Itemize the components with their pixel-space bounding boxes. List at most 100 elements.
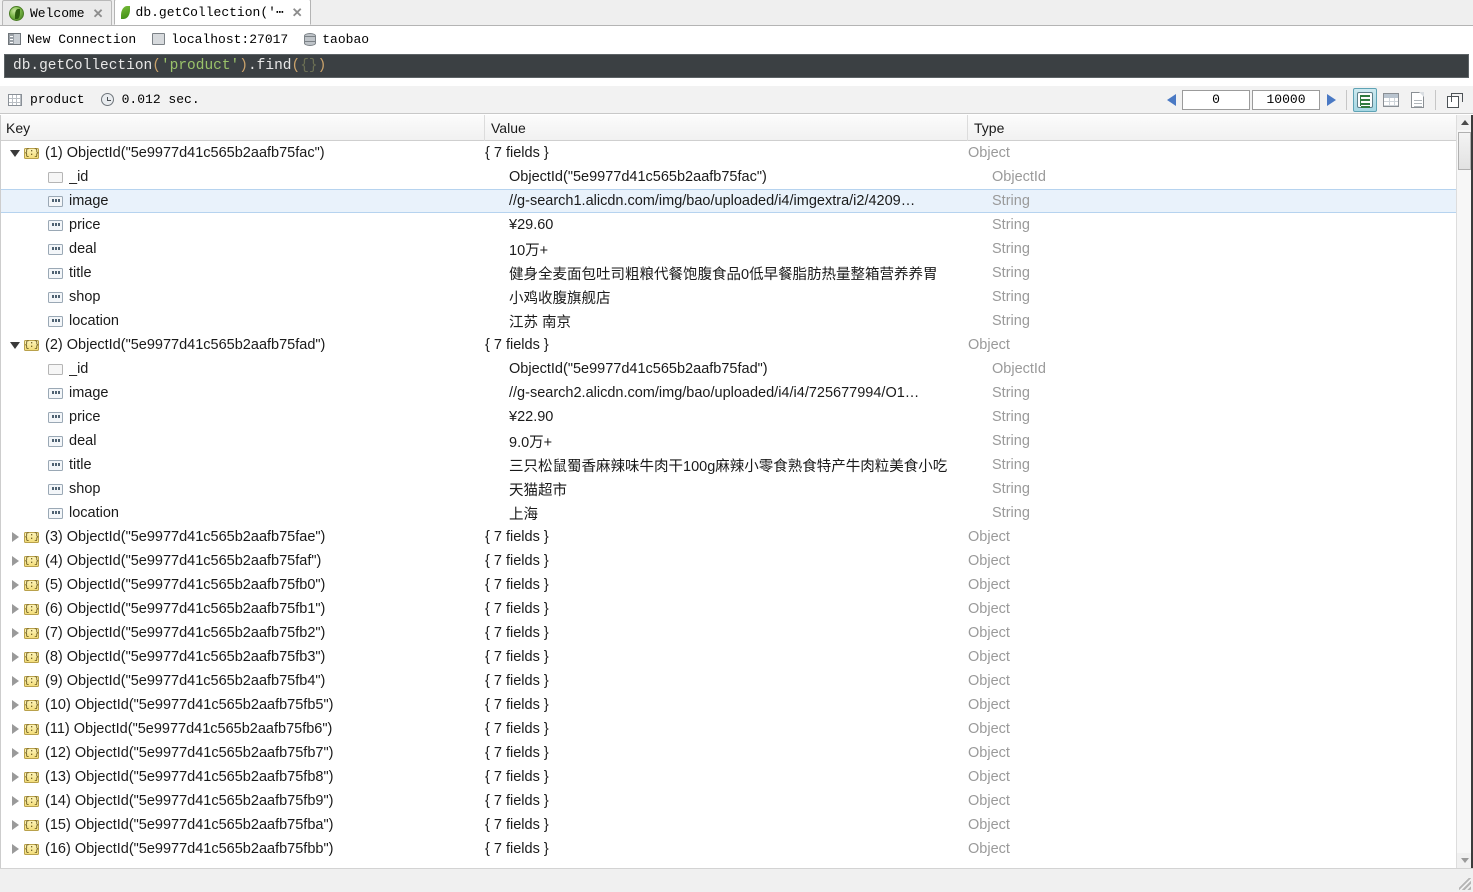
tab-query[interactable]: db.getCollection('⋯ ✕ — [113, 0, 311, 25]
next-page-button[interactable] — [1321, 88, 1341, 112]
expand-arrow-closed-icon[interactable] — [6, 700, 24, 710]
scroll-down-button[interactable] — [1457, 853, 1472, 868]
expand-arrow-closed-icon[interactable] — [6, 844, 24, 854]
expand-arrow-closed-icon[interactable] — [6, 604, 24, 614]
tree-row[interactable]: shop 天猫超市 String — [0, 477, 1456, 501]
tree-row[interactable]: title 健身全麦面包吐司粗粮代餐饱腹食品0低早餐脂肪热量整箱营养养胃 Strin… — [0, 261, 1456, 285]
query-editor[interactable]: db.getCollection('product') .find({}) — [4, 54, 1469, 78]
expand-arrow-open-icon[interactable] — [6, 149, 24, 157]
triangle-right-icon — [11, 604, 19, 614]
breadcrumb-database[interactable]: taobao — [304, 32, 369, 47]
tree-row-value-cell: 天猫超市 — [509, 482, 567, 499]
tree-row[interactable]: {:} (16) ObjectId("5e9977d41c565b2aafb75f… — [0, 837, 1456, 861]
tree-row[interactable]: {:} (5) ObjectId("5e9977d41c565b2aafb75fb… — [0, 573, 1456, 597]
tab-query-close-icon[interactable]: ✕ — [292, 6, 303, 19]
tree-row[interactable]: {:} (6) ObjectId("5e9977d41c565b2aafb75fb… — [0, 597, 1456, 621]
tree-row[interactable]: {:} (2) ObjectId("5e9977d41c565b2aafb75fa… — [0, 333, 1456, 357]
tree-row[interactable]: {:} (9) ObjectId("5e9977d41c565b2aafb75fb… — [0, 669, 1456, 693]
text-view-button[interactable] — [1405, 88, 1429, 112]
expand-arrow-closed-icon[interactable] — [6, 796, 24, 806]
tree-row[interactable]: {:} (15) ObjectId("5e9977d41c565b2aafb75f… — [0, 813, 1456, 837]
tree-row-value-cell: ObjectId("5e9977d41c565b2aafb75fac") — [509, 169, 767, 185]
object-type-icon: {:} — [24, 843, 39, 855]
tree-row[interactable]: image //g-search2.alicdn.com/img/bao/uplo… — [0, 381, 1456, 405]
tree-row-key-cell: {:} (2) ObjectId("5e9977d41c565b2aafb75fa… — [0, 337, 485, 353]
object-type-icon: {:} — [24, 747, 39, 759]
tree-row[interactable]: {:} (14) ObjectId("5e9977d41c565b2aafb75f… — [0, 789, 1456, 813]
object-type-icon: {:} — [24, 627, 39, 639]
tree-row-value-cell: { 7 fields } — [485, 529, 549, 545]
expand-arrow-closed-icon[interactable] — [6, 652, 24, 662]
tree-row[interactable]: shop 小鸡收腹旗舰店 String — [0, 285, 1456, 309]
tree-row-value-cell: 9.0万+ — [509, 434, 553, 451]
tree-row[interactable]: {:} (7) ObjectId("5e9977d41c565b2aafb75fb… — [0, 621, 1456, 645]
column-header-key[interactable]: Key — [0, 114, 485, 141]
tree-row[interactable]: location 上海 String — [0, 501, 1456, 525]
tree-row[interactable]: image //g-search1.alicdn.com/img/bao/uplo… — [0, 189, 1456, 213]
column-header-value[interactable]: Value — [485, 114, 968, 141]
tree-row-key-cell: title — [24, 457, 509, 473]
expand-arrow-open-icon[interactable] — [6, 341, 24, 349]
tree-row[interactable]: {:} (1) ObjectId("5e9977d41c565b2aafb75fa… — [0, 141, 1456, 165]
tree-row-key-label: price — [69, 409, 101, 425]
tree-row[interactable]: _id ObjectId("5e9977d41c565b2aafb75fac") O… — [0, 165, 1456, 189]
tree-row[interactable]: title 三只松鼠蜀香麻辣味牛肉干100g麻辣小零食熟食特产牛肉粒美食小吃 Str… — [0, 453, 1456, 477]
query-method-open-paren: ( — [291, 58, 301, 74]
tree-row-type-cell: Object — [968, 817, 1010, 833]
tree-view-button[interactable] — [1353, 87, 1377, 112]
triangle-right-icon — [11, 652, 19, 662]
tree-row-type-cell: String — [992, 217, 1030, 233]
string-type-icon — [48, 195, 63, 207]
expand-arrow-closed-icon[interactable] — [6, 676, 24, 686]
table-view-button[interactable] — [1379, 88, 1403, 112]
maximize-button[interactable] — [1442, 88, 1466, 112]
expand-arrow-closed-icon[interactable] — [6, 748, 24, 758]
expand-arrow-closed-icon[interactable] — [6, 532, 24, 542]
breadcrumb-host[interactable]: localhost:27017 — [152, 32, 288, 47]
vertical-scrollbar[interactable] — [1456, 115, 1472, 868]
tree-row[interactable]: _id ObjectId("5e9977d41c565b2aafb75fad") O… — [0, 357, 1456, 381]
expand-arrow-closed-icon[interactable] — [6, 556, 24, 566]
tree-row[interactable]: {:} (12) ObjectId("5e9977d41c565b2aafb75f… — [0, 741, 1456, 765]
tree-row[interactable]: {:} (8) ObjectId("5e9977d41c565b2aafb75fb… — [0, 645, 1456, 669]
string-type-icon — [48, 243, 63, 255]
tab-welcome-close-icon[interactable]: ✕ — [93, 7, 104, 20]
string-type-icon — [48, 267, 63, 279]
expand-arrow-closed-icon[interactable] — [6, 628, 24, 638]
expand-arrow-closed-icon[interactable] — [6, 820, 24, 830]
tree-row-key-cell: {:} (1) ObjectId("5e9977d41c565b2aafb75fa… — [0, 145, 485, 161]
expand-arrow-closed-icon[interactable] — [6, 580, 24, 590]
resize-grip[interactable] — [1459, 878, 1471, 890]
scroll-up-button[interactable] — [1457, 115, 1472, 130]
tab-welcome[interactable]: Welcome ✕ — [2, 0, 112, 25]
breadcrumb-connection[interactable]: New Connection — [8, 32, 136, 47]
tree-row[interactable]: deal 10万+ String — [0, 237, 1456, 261]
skip-input[interactable]: 0 — [1182, 89, 1250, 110]
tree-row-key-label: price — [69, 217, 101, 233]
prev-page-button[interactable] — [1161, 88, 1181, 112]
tree-row-key-cell: {:} (7) ObjectId("5e9977d41c565b2aafb75fb… — [0, 625, 485, 641]
tree-row-key-label: title — [69, 457, 92, 473]
expand-arrow-closed-icon[interactable] — [6, 772, 24, 782]
tree-row[interactable]: {:} (13) ObjectId("5e9977d41c565b2aafb75f… — [0, 765, 1456, 789]
scrollbar-thumb[interactable] — [1458, 132, 1471, 170]
expand-arrow-closed-icon[interactable] — [6, 724, 24, 734]
tree-row[interactable]: price ¥22.90 String — [0, 405, 1456, 429]
monitor-icon — [152, 33, 166, 45]
tree-row-key-cell: {:} (15) ObjectId("5e9977d41c565b2aafb75f… — [0, 817, 485, 833]
tree-row[interactable]: {:} (10) ObjectId("5e9977d41c565b2aafb75f… — [0, 693, 1456, 717]
tree-row[interactable]: {:} (4) ObjectId("5e9977d41c565b2aafb75fa… — [0, 549, 1456, 573]
triangle-right-icon — [11, 844, 19, 854]
tree-row[interactable]: location 江苏 南京 String — [0, 309, 1456, 333]
triangle-right-icon — [11, 580, 19, 590]
tree-row[interactable]: price ¥29.60 String — [0, 213, 1456, 237]
limit-input[interactable]: 10000 — [1252, 89, 1320, 110]
tree-row[interactable]: {:} (3) ObjectId("5e9977d41c565b2aafb75fa… — [0, 525, 1456, 549]
tree-row-key-cell: {:} (10) ObjectId("5e9977d41c565b2aafb75f… — [0, 697, 485, 713]
tree-row-value-cell: ¥22.90 — [509, 409, 554, 425]
column-header-type[interactable]: Type — [968, 115, 1456, 141]
chevron-up-icon — [1460, 120, 1469, 125]
tree-row[interactable]: deal 9.0万+ String — [0, 429, 1456, 453]
tree-row[interactable]: {:} (11) ObjectId("5e9977d41c565b2aafb75f… — [0, 717, 1456, 741]
result-tree[interactable]: {:} (1) ObjectId("5e9977d41c565b2aafb75fa… — [0, 141, 1456, 868]
